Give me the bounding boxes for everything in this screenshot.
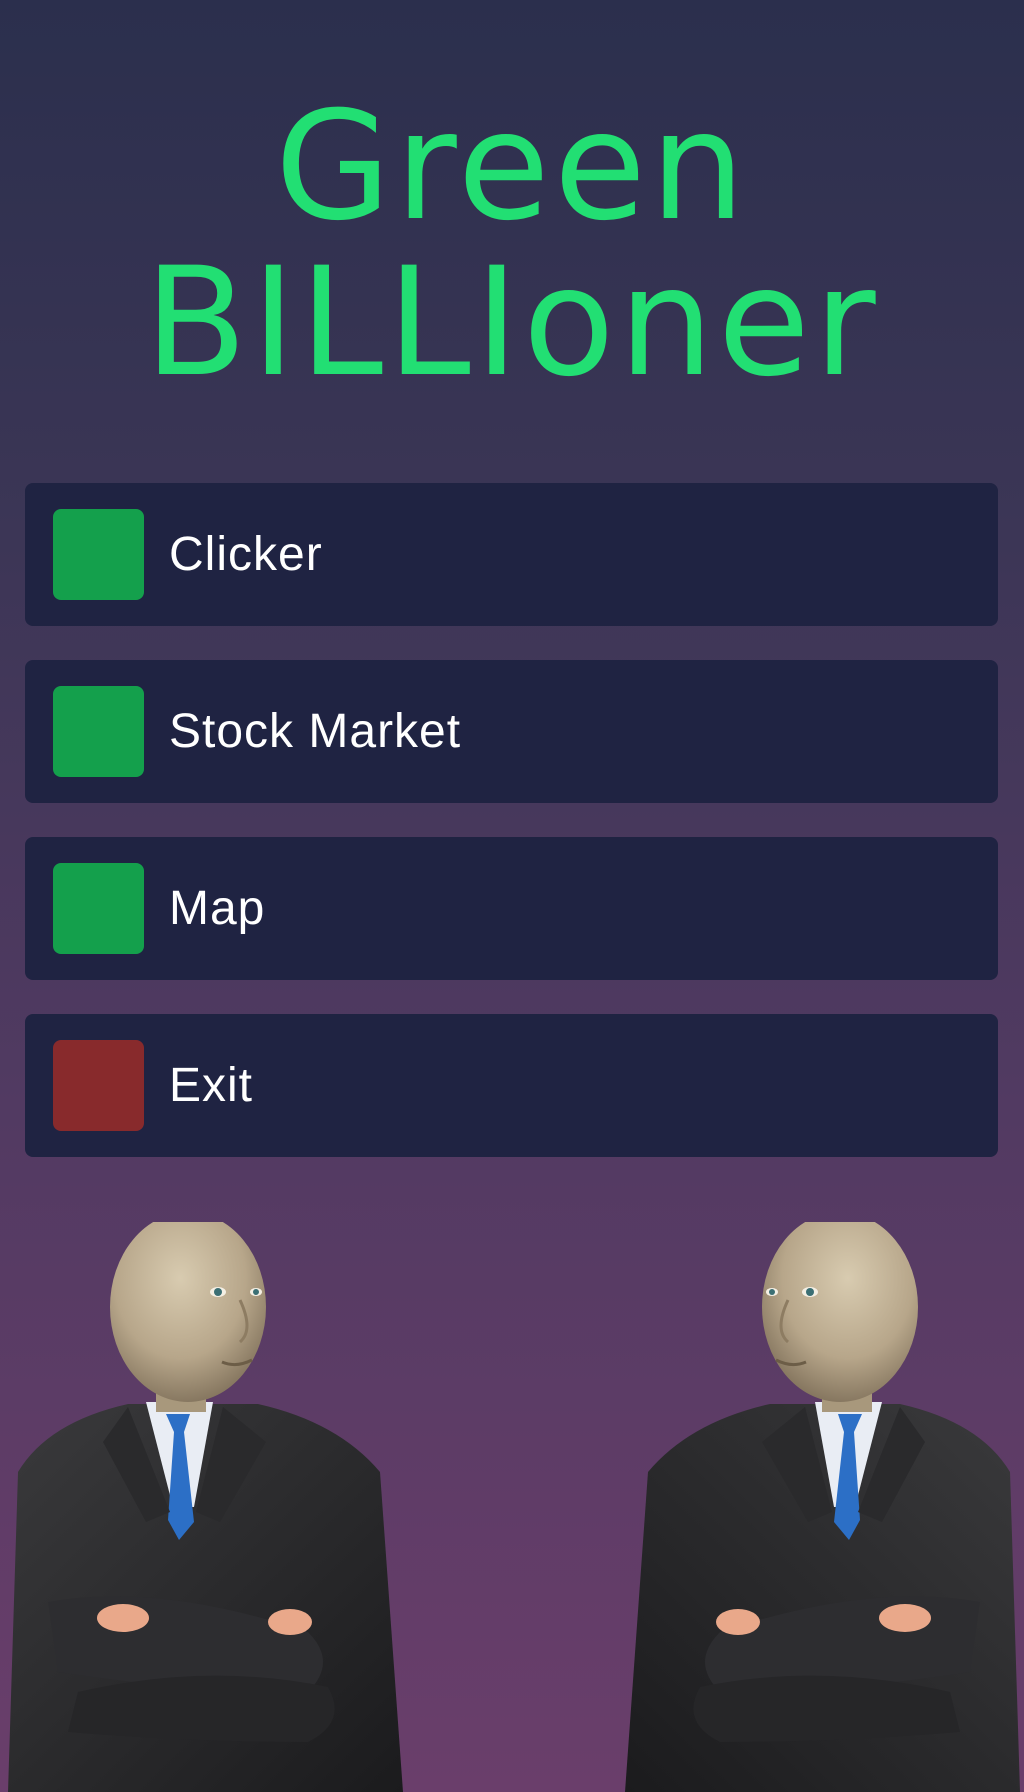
suited-man-figure-right [620,1222,1020,1792]
stock-market-swatch [53,686,144,777]
map-label: Map [169,882,266,935]
main-menu: Clicker Stock Market Map Exit [25,483,998,1191]
stock-market-label: Stock Market [169,705,462,758]
title-line-2: BILLIoner [144,236,880,410]
title-line-1: Green [274,80,750,254]
map-swatch [53,863,144,954]
clicker-swatch [53,509,144,600]
clicker-button[interactable]: Clicker [25,483,998,626]
exit-label: Exit [169,1059,254,1112]
stock-market-button[interactable]: Stock Market [25,660,998,803]
exit-swatch [53,1040,144,1131]
map-button[interactable]: Map [25,837,998,980]
suited-man-figure-left [8,1222,408,1792]
exit-button[interactable]: Exit [25,1014,998,1157]
clicker-label: Clicker [169,528,323,581]
